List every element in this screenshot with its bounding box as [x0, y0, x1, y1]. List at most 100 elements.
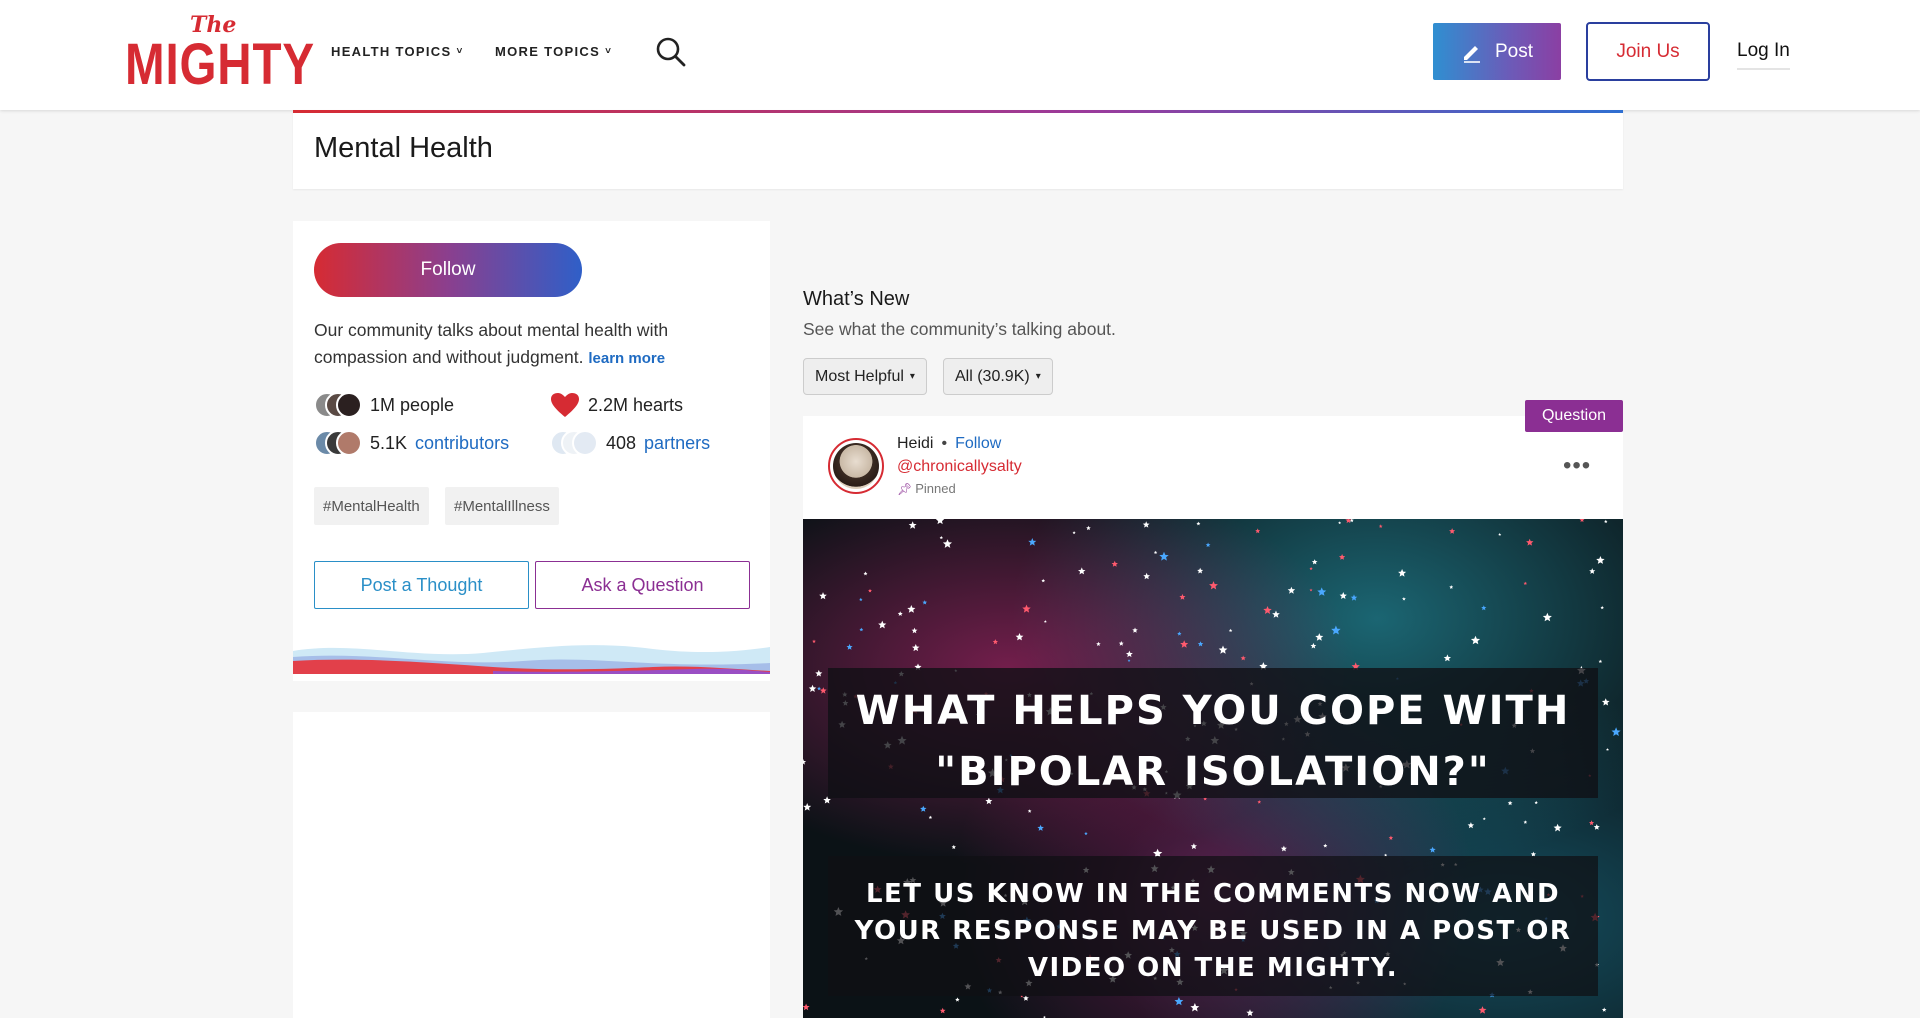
confetti-star	[1263, 606, 1272, 614]
confetti-star	[1600, 605, 1604, 610]
confetti-star	[1601, 1007, 1607, 1012]
post-button[interactable]: Post	[1433, 23, 1561, 80]
confetti-star	[912, 644, 920, 652]
confetti-star	[1378, 524, 1383, 528]
partners-stat: 408 partners	[550, 430, 710, 456]
confetti-star	[920, 805, 927, 812]
image-subtext: LET US KNOW IN THE COMMENTS NOW AND YOUR…	[854, 879, 1572, 983]
confetti-star	[1542, 612, 1552, 622]
confetti-star	[1467, 822, 1475, 829]
confetti-star	[1280, 845, 1287, 852]
search-icon[interactable]	[655, 36, 687, 68]
separator-dot: •	[941, 435, 948, 452]
confetti-star	[1481, 605, 1487, 611]
people-stat: 1M people	[314, 392, 454, 418]
confetti-star	[812, 639, 816, 643]
follow-author-link[interactable]: Follow	[955, 435, 1001, 453]
the-mighty-logo[interactable]: The MIGHTY	[125, 12, 314, 96]
confetti-star	[819, 687, 827, 694]
confetti-star	[1272, 610, 1280, 618]
confetti-star	[1579, 519, 1585, 522]
post-image[interactable]: WHAT HELPS YOU COPE WITH "BIPOLAR ISOLAT…	[803, 519, 1623, 1018]
confetti-star	[1143, 572, 1150, 580]
confetti-star	[1037, 824, 1044, 831]
confetti-star	[1523, 820, 1528, 824]
confetti-star	[1331, 625, 1341, 635]
site-header: The MIGHTY HEALTH TOPICS ˅ MORE TOPICS ˅…	[0, 0, 1920, 110]
post-a-thought-button[interactable]: Post a Thought	[314, 561, 529, 609]
confetti-star	[846, 643, 853, 650]
confetti-star	[1072, 531, 1076, 535]
confetti-star	[1041, 578, 1046, 583]
people-avatars	[314, 392, 362, 418]
confetti-star	[1498, 532, 1502, 536]
feed-title: What’s New	[803, 288, 910, 310]
confetti-star	[1429, 846, 1436, 853]
chevron-down-icon: ▾	[909, 371, 915, 382]
community-description: Our community talks about mental health …	[314, 317, 734, 372]
confetti-star	[922, 600, 928, 605]
confetti-star	[819, 592, 827, 600]
confetti-star	[911, 627, 918, 634]
confetti-star	[803, 759, 807, 765]
confetti-star	[1043, 620, 1047, 623]
tag-mental-health[interactable]: #MentalHealth	[314, 487, 429, 525]
filter-dropdown[interactable]: All (30.9K) ▾	[943, 358, 1053, 395]
confetti-star	[1310, 642, 1317, 649]
confetti-star	[1589, 820, 1595, 826]
confetti-star	[908, 521, 917, 529]
join-us-button[interactable]: Join Us	[1586, 22, 1710, 81]
author-handle[interactable]: @chronicallysalty	[897, 458, 1022, 476]
confetti-star	[955, 997, 960, 1002]
tag-mental-illness[interactable]: #MentalIllness	[445, 487, 559, 525]
contributors-link[interactable]: contributors	[415, 433, 509, 454]
post-card[interactable]: Heidi • Follow @chronicallysalty 📌︎ Pinn…	[803, 416, 1623, 1018]
page-title: Mental Health	[314, 132, 493, 164]
confetti-star	[1309, 566, 1313, 571]
partners-count: 408	[606, 432, 637, 453]
ask-a-question-button[interactable]: Ask a Question	[535, 561, 750, 609]
confetti-star	[1118, 641, 1124, 646]
pencil-icon	[1463, 45, 1480, 63]
confetti-star	[1190, 1003, 1200, 1012]
sidebar-secondary-card	[293, 712, 770, 1018]
confetti-star	[1255, 528, 1261, 534]
confetti-star	[897, 611, 903, 616]
sort-dropdown[interactable]: Most Helpful ▾	[803, 358, 927, 395]
chevron-down-icon: ˅	[456, 46, 464, 57]
filter-dropdown-label: All (30.9K)	[955, 367, 1030, 385]
chevron-down-icon: ˅	[605, 46, 613, 57]
confetti-star	[1111, 560, 1118, 567]
confetti-star	[1180, 640, 1189, 648]
nav-health-topics-label: HEALTH TOPICS	[331, 44, 452, 59]
confetti-star	[1196, 521, 1201, 526]
confetti-star	[1317, 587, 1327, 596]
confetti-star	[1443, 654, 1451, 662]
author-name[interactable]: Heidi	[897, 435, 933, 453]
feed-subtitle: See what the community’s talking about.	[803, 319, 1116, 339]
avatar[interactable]	[828, 438, 884, 494]
confetti-star	[815, 669, 823, 677]
confetti-star	[1197, 641, 1204, 647]
confetti-star	[1601, 698, 1610, 706]
author-line: Heidi • Follow	[897, 435, 1001, 453]
partners-link[interactable]: partners	[644, 433, 710, 454]
partners-avatars	[550, 430, 598, 456]
avatar-image	[833, 443, 879, 489]
logo-mighty-text: MIGHTY	[125, 32, 315, 97]
chevron-down-icon: ▾	[1035, 371, 1041, 382]
nav-health-topics[interactable]: HEALTH TOPICS ˅	[331, 44, 464, 59]
nav-more-topics[interactable]: MORE TOPICS ˅	[495, 44, 612, 59]
confetti-star	[1350, 594, 1358, 601]
people-count: 1M people	[370, 394, 455, 415]
hearts-count: 2.2M hearts	[588, 394, 684, 415]
log-in-link[interactable]: Log In	[1737, 40, 1790, 70]
confetti-star	[1611, 727, 1621, 736]
more-icon[interactable]: •••	[1563, 452, 1591, 480]
confetti-star	[1142, 521, 1150, 528]
confetti-star	[1470, 635, 1481, 645]
follow-community-button[interactable]: Follow	[314, 243, 582, 297]
confetti-star	[1127, 659, 1131, 662]
learn-more-link[interactable]: learn more	[588, 350, 665, 367]
confetti-star	[1596, 556, 1605, 564]
